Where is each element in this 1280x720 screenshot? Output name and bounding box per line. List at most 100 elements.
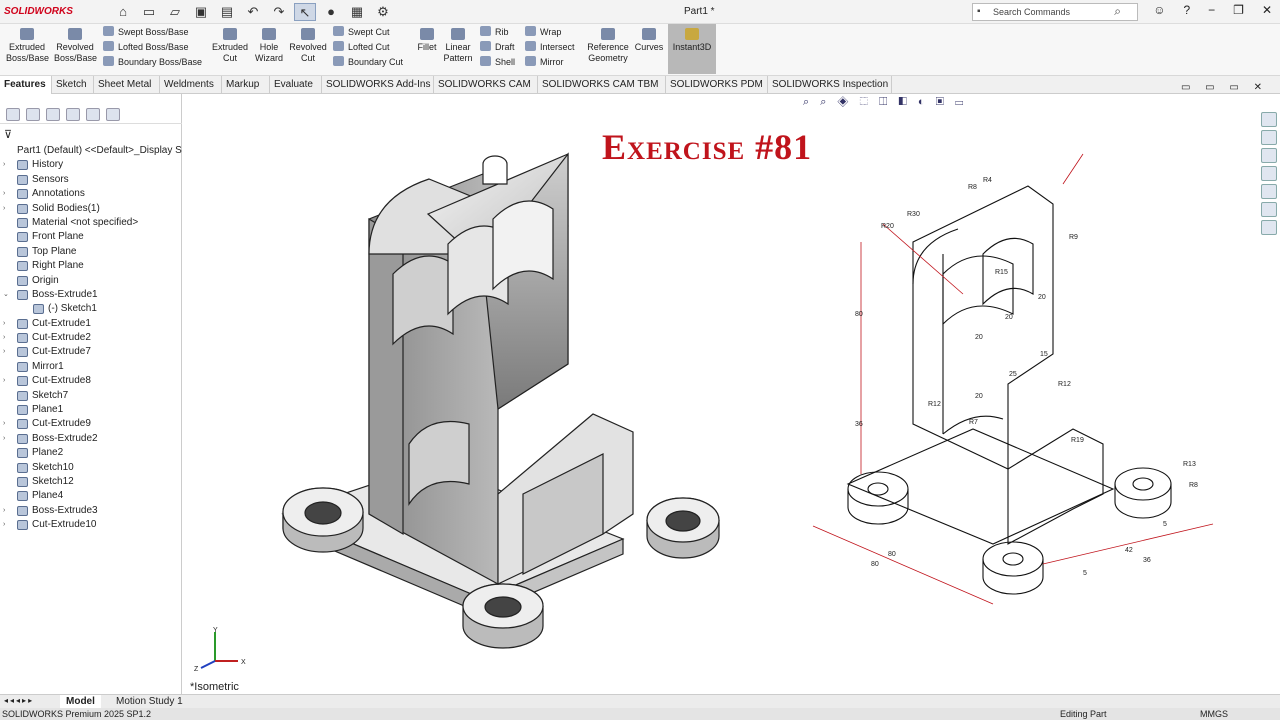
tree-item[interactable]: › Annotations (0, 187, 182, 201)
boundary-cut-button[interactable]: Boundary Cut (333, 55, 403, 70)
tree-item[interactable]: › Solid Bodies(1) (0, 202, 182, 216)
tree-expand-arrow-icon[interactable]: › (3, 417, 5, 431)
draft-button[interactable]: Draft (480, 40, 515, 55)
tab-weldments[interactable]: Weldments (160, 76, 222, 94)
tree-item[interactable]: Plane1 (0, 403, 182, 417)
lofted-boss-button[interactable]: Lofted Boss/Base (103, 40, 189, 55)
select-icon[interactable]: ↖ (294, 3, 316, 21)
tree-item[interactable]: › Cut-Extrude7 (0, 345, 182, 359)
tree-expand-arrow-icon[interactable]: › (3, 202, 5, 216)
curves-button[interactable]: Curves (632, 28, 666, 53)
file-properties-icon[interactable]: ▦ (346, 3, 368, 21)
tab-sheet-metal[interactable]: Sheet Metal (94, 76, 160, 94)
viewport-window-controls[interactable]: ▭ ▭ ▭ ✕ (1181, 82, 1268, 93)
tree-expand-arrow-icon[interactable]: ⌄ (3, 288, 9, 302)
home-icon[interactable]: ⌂ (112, 3, 134, 21)
tab-features[interactable]: Features (0, 76, 52, 94)
tree-item[interactable]: (-) Sketch1 (0, 302, 182, 316)
tree-item[interactable]: Sketch7 (0, 389, 182, 403)
tree-item[interactable]: › Cut-Extrude10 (0, 518, 182, 532)
user-icon[interactable]: ☺ (1153, 3, 1165, 17)
tree-item[interactable]: › Cut-Extrude8 (0, 374, 182, 388)
swept-cut-button[interactable]: Swept Cut (333, 25, 390, 40)
revolved-boss-button[interactable]: Revolved Boss/Base (54, 28, 97, 64)
open-icon[interactable]: ▱ (164, 3, 186, 21)
minimize-icon[interactable]: − (1208, 3, 1215, 17)
tree-item[interactable]: › Cut-Extrude9 (0, 417, 182, 431)
tab-markup[interactable]: Markup (222, 76, 270, 94)
save-icon[interactable]: ▣ (190, 3, 212, 21)
tree-root-part[interactable]: Part1 (Default) <<Default>_Display S (0, 144, 182, 158)
feature-manager-tab[interactable] (6, 108, 20, 121)
tree-expand-arrow-icon[interactable]: › (3, 374, 5, 388)
tree-expand-arrow-icon[interactable]: › (3, 345, 5, 359)
tab-scroll-arrows[interactable]: ◂◂◂▸▸ (4, 696, 34, 705)
tree-item[interactable]: Plane4 (0, 489, 182, 503)
undo-icon[interactable]: ↶ (242, 3, 264, 21)
tab-inspection[interactable]: SOLIDWORKS Inspection (768, 76, 892, 94)
instant3d-button[interactable]: Instant3D (668, 24, 716, 74)
tree-item[interactable]: Material <not specified> (0, 216, 182, 230)
tree-item[interactable]: Sketch12 (0, 475, 182, 489)
tab-model[interactable]: Model (60, 695, 101, 709)
tree-expand-arrow-icon[interactable]: › (3, 331, 5, 345)
tree-item[interactable]: › Boss-Extrude2 (0, 432, 182, 446)
options-gear-icon[interactable]: ⚙ (372, 3, 394, 21)
solidworks-resources-icon[interactable] (1261, 112, 1277, 127)
tab-motion-study[interactable]: Motion Study 1 (110, 695, 189, 709)
forum-icon[interactable] (1261, 220, 1277, 235)
tree-item[interactable]: ⌄ Boss-Extrude1 (0, 288, 182, 302)
hole-wizard-button[interactable]: Hole Wizard (250, 28, 288, 64)
dimxpert-tab[interactable] (66, 108, 80, 121)
tree-item[interactable]: Plane2 (0, 446, 182, 460)
tree-expand-arrow-icon[interactable]: › (3, 317, 5, 331)
boundary-boss-button[interactable]: Boundary Boss/Base (103, 55, 202, 70)
tree-item[interactable]: Top Plane (0, 245, 182, 259)
custom-properties-icon[interactable] (1261, 202, 1277, 217)
tab-add-ins[interactable]: SOLIDWORKS Add-Ins (322, 76, 434, 94)
status-units[interactable]: MMGS (1200, 708, 1228, 720)
cam-tab[interactable] (106, 108, 120, 121)
close-icon[interactable]: ✕ (1262, 3, 1272, 17)
revolved-cut-button[interactable]: Revolved Cut (288, 28, 328, 64)
tree-item[interactable]: Mirror1 (0, 360, 182, 374)
lofted-cut-button[interactable]: Lofted Cut (333, 40, 390, 55)
tree-expand-arrow-icon[interactable]: › (3, 518, 5, 532)
configuration-manager-tab[interactable] (46, 108, 60, 121)
file-explorer-icon[interactable] (1261, 148, 1277, 163)
linear-pattern-button[interactable]: Linear Pattern (440, 28, 476, 64)
search-icon[interactable]: ⌕ (1114, 3, 1121, 19)
tree-item[interactable]: › Boss-Extrude3 (0, 504, 182, 518)
tree-item[interactable]: › Cut-Extrude2 (0, 331, 182, 345)
wrap-button[interactable]: Wrap (525, 25, 561, 40)
search-commands-input[interactable]: ▪ Search Commands ⌕ (972, 3, 1138, 21)
extruded-boss-button[interactable]: Extruded Boss/Base (6, 28, 49, 64)
tree-item[interactable]: Sketch10 (0, 461, 182, 475)
tree-item[interactable]: Right Plane (0, 259, 182, 273)
tree-item[interactable]: Front Plane (0, 230, 182, 244)
redo-icon[interactable]: ↷ (268, 3, 290, 21)
rib-button[interactable]: Rib (480, 25, 509, 40)
tab-cam[interactable]: SOLIDWORKS CAM (434, 76, 538, 94)
appearances-icon[interactable] (1261, 184, 1277, 199)
display-manager-tab[interactable] (86, 108, 100, 121)
tab-pdm[interactable]: SOLIDWORKS PDM (666, 76, 768, 94)
rebuild-icon[interactable]: ● (320, 3, 342, 21)
property-manager-tab[interactable] (26, 108, 40, 121)
tree-item[interactable]: › History (0, 158, 182, 172)
intersect-button[interactable]: Intersect (525, 40, 575, 55)
view-palette-icon[interactable] (1261, 166, 1277, 181)
tree-item[interactable]: Origin (0, 274, 182, 288)
tree-item[interactable]: › Cut-Extrude1 (0, 317, 182, 331)
reference-geometry-button[interactable]: Reference Geometry (586, 28, 630, 64)
tree-expand-arrow-icon[interactable]: › (3, 504, 5, 518)
tree-item[interactable]: Sensors (0, 173, 182, 187)
tab-cam-tbm[interactable]: SOLIDWORKS CAM TBM (538, 76, 666, 94)
print-icon[interactable]: ▤ (216, 3, 238, 21)
restore-icon[interactable]: ❐ (1233, 3, 1244, 17)
swept-boss-button[interactable]: Swept Boss/Base (103, 25, 189, 40)
mirror-button[interactable]: Mirror (525, 55, 564, 70)
extruded-cut-button[interactable]: Extruded Cut (209, 28, 251, 64)
tab-sketch[interactable]: Sketch (52, 76, 94, 94)
new-icon[interactable]: ▭ (138, 3, 160, 21)
